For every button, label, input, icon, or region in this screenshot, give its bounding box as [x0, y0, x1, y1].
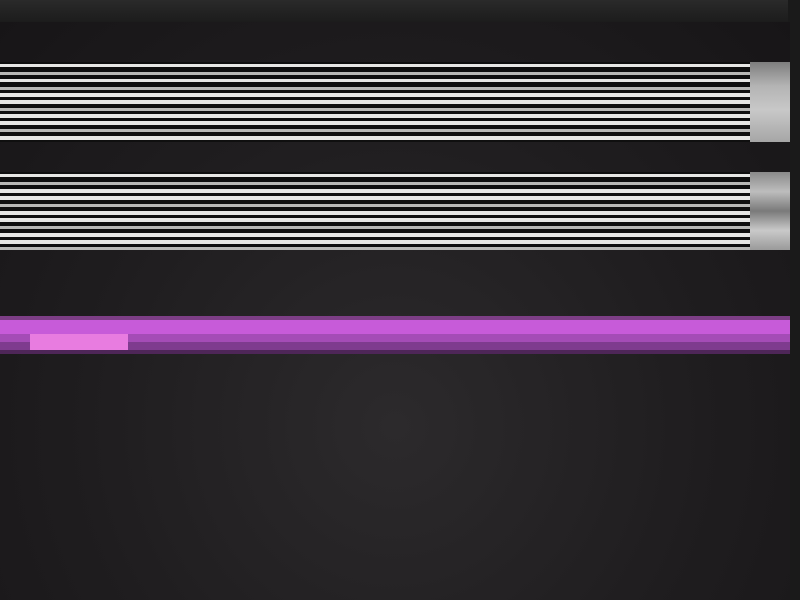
- glitch-line: [0, 189, 750, 193]
- glitch-line: [0, 64, 750, 67]
- glitch-band-lower: [0, 172, 750, 250]
- glitch-line: [0, 247, 750, 250]
- glitch-line: [0, 211, 750, 215]
- glitch-line: [0, 108, 750, 111]
- glitch-tail-upper: [750, 62, 790, 142]
- glitch-line: [0, 182, 750, 185]
- magenta-row: [0, 350, 790, 354]
- monitor-photo: [0, 0, 800, 600]
- glitch-line: [0, 136, 750, 140]
- glitch-line: [0, 72, 750, 75]
- glitch-line: [0, 196, 750, 200]
- magenta-glitch-bar: [0, 316, 790, 354]
- glitch-line: [0, 240, 750, 244]
- glitch-band-upper: [0, 62, 750, 142]
- magenta-row: [0, 320, 790, 334]
- glitch-line: [0, 204, 750, 207]
- glitch-line: [0, 174, 750, 177]
- glitch-line: [0, 100, 750, 104]
- glitch-line: [0, 233, 750, 237]
- glitch-line: [0, 93, 750, 97]
- glitch-line: [0, 218, 750, 222]
- magenta-glitch-block: [30, 334, 128, 350]
- glitch-line: [0, 79, 750, 82]
- glitch-tail-lower: [750, 172, 790, 250]
- glitch-line: [0, 226, 750, 229]
- glitch-line: [0, 129, 750, 132]
- glitch-line: [0, 114, 750, 118]
- monitor-bezel-top: [0, 0, 800, 22]
- glitch-line: [0, 121, 750, 125]
- glitch-line: [0, 87, 750, 90]
- display-screen: [0, 22, 790, 600]
